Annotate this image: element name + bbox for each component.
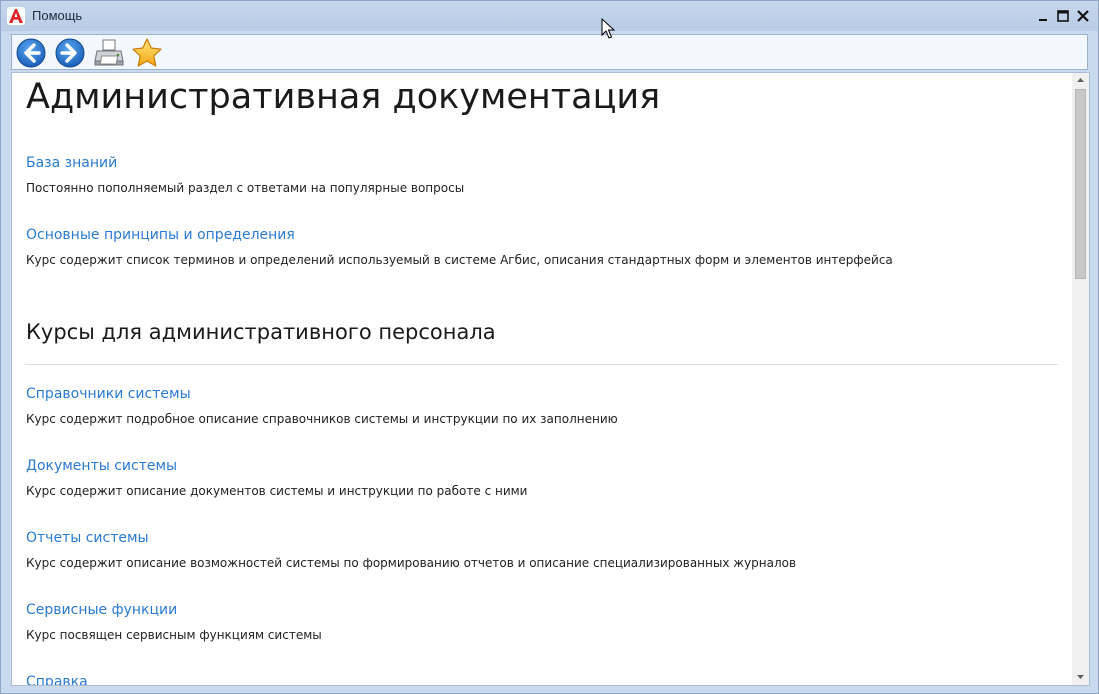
link-system-documents[interactable]: Документы системы (26, 458, 177, 474)
link-reference[interactable]: Справка (26, 674, 88, 685)
section-title: Курсы для административного персонала (26, 320, 496, 344)
link-basic-principles[interactable]: Основные принципы и определения (26, 227, 295, 243)
item-description: Курс содержит подробное описание справоч… (26, 412, 618, 426)
star-icon[interactable] (131, 37, 163, 69)
help-content: Административная документация База знани… (11, 72, 1090, 686)
agbis-logo-icon (7, 7, 25, 25)
window-title: Помощь (32, 8, 83, 23)
link-knowledge-base[interactable]: База знаний (26, 155, 117, 171)
scroll-thumb[interactable] (1075, 89, 1086, 279)
arrow-right-icon[interactable] (54, 37, 86, 69)
section-divider (26, 364, 1058, 365)
item-description: Курс посвящен сервисным функциям системы (26, 628, 322, 642)
link-system-directories[interactable]: Справочники системы (26, 386, 191, 402)
item-description: Курс содержит список терминов и определе… (26, 253, 893, 267)
link-service-functions[interactable]: Сервисные функции (26, 602, 177, 618)
item-description: Курс содержит описание документов систем… (26, 484, 528, 498)
minimize-icon[interactable] (1034, 7, 1052, 25)
item-description: Курс содержит описание возможностей сист… (26, 556, 797, 570)
page-title: Административная документация (26, 77, 661, 117)
vertical-scrollbar[interactable] (1072, 73, 1089, 685)
maximize-icon[interactable] (1054, 7, 1072, 25)
scroll-up-icon[interactable] (1072, 73, 1089, 87)
mouse-cursor-icon (601, 18, 615, 39)
close-icon[interactable] (1074, 7, 1092, 25)
help-window: Помощь Административная документация Баз… (0, 0, 1099, 694)
printer-icon[interactable] (93, 37, 125, 69)
title-bar[interactable]: Помощь (1, 1, 1098, 31)
item-description: Постоянно пополняемый раздел с ответами … (26, 181, 465, 195)
toolbar (11, 34, 1088, 70)
scroll-down-icon[interactable] (1072, 670, 1089, 684)
arrow-left-icon[interactable] (15, 37, 47, 69)
link-system-reports[interactable]: Отчеты системы (26, 530, 149, 546)
